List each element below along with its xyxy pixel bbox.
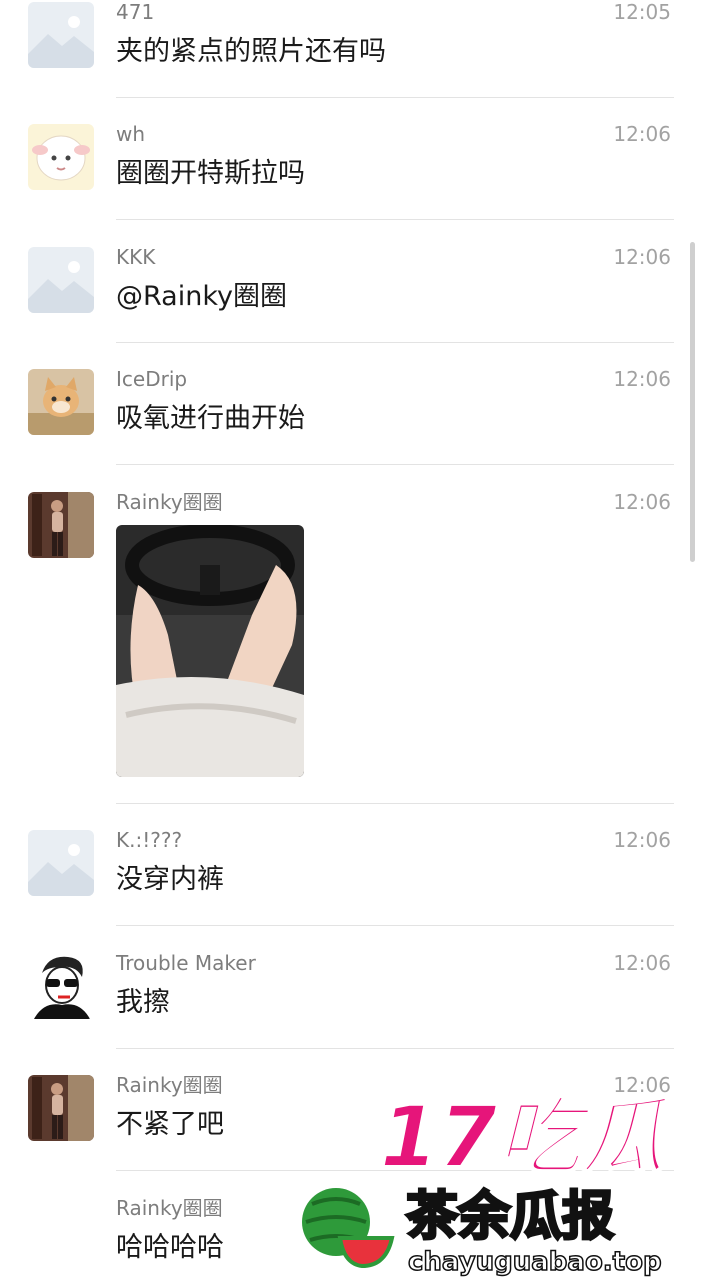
avatar[interactable]: [28, 369, 94, 435]
car-interior-photo: [116, 525, 304, 777]
placeholder-image-icon: [28, 2, 94, 68]
divider: [116, 925, 674, 926]
divider: [116, 342, 674, 343]
timestamp: 12:06: [613, 122, 671, 146]
sender-name: Trouble Maker: [116, 951, 256, 975]
message-text: 我擦: [116, 987, 170, 1018]
image-message[interactable]: [116, 525, 304, 777]
divider: [116, 1048, 674, 1049]
watermark-logo: 17吃瓜 茶余瓜报 chayuguabao.top: [302, 1087, 673, 1278]
message-text: 没穿内裤: [116, 864, 224, 895]
timestamp: 12:06: [613, 951, 671, 975]
message-text: 夹的紧点的照片还有吗: [116, 36, 386, 67]
divider: [116, 464, 674, 465]
divider: [116, 97, 674, 98]
sender-name: KKK: [116, 245, 156, 269]
sender-name: Rainky圈圈: [116, 1073, 223, 1097]
timestamp: 12:06: [613, 245, 671, 269]
sender-name: wh: [116, 122, 146, 146]
placeholder-image-icon: [28, 830, 94, 896]
message-text: 不紧了吧: [116, 1109, 224, 1140]
sender-name: Rainky圈圈: [116, 1196, 223, 1220]
watermelon-icon: [302, 1188, 395, 1269]
cat-photo-avatar: [28, 369, 94, 435]
avatar[interactable]: [28, 830, 94, 896]
sender-name: K.:!???: [116, 828, 183, 852]
sender-name: IceDrip: [116, 367, 188, 391]
message-text: 哈哈哈哈: [116, 1232, 224, 1263]
avatar[interactable]: [28, 124, 94, 190]
sheep-cartoon-avatar: [28, 124, 94, 190]
divider: [116, 803, 674, 804]
placeholder-image-icon: [28, 247, 94, 313]
timestamp: 12:06: [613, 828, 671, 852]
sender-name: Rainky圈圈: [116, 490, 223, 514]
sunglasses-man-avatar: [28, 953, 94, 1019]
avatar[interactable]: [28, 247, 94, 313]
watermark-url: chayuguabao.top: [408, 1247, 662, 1277]
watermark-line2: 茶余瓜报: [406, 1187, 614, 1247]
timestamp: 12:05: [613, 0, 671, 24]
scrollbar[interactable]: [690, 242, 695, 562]
person-photo-avatar: [28, 1075, 94, 1141]
message-text: @Rainky圈圈: [116, 281, 287, 312]
avatar[interactable]: [28, 2, 94, 68]
watermark-line1: 17吃瓜: [380, 1088, 672, 1186]
avatar[interactable]: [28, 1075, 94, 1141]
person-photo-avatar: [28, 492, 94, 558]
timestamp: 12:06: [613, 367, 671, 391]
timestamp: 12:06: [613, 490, 671, 514]
message-text: 圈圈开特斯拉吗: [116, 158, 305, 189]
divider: [116, 219, 674, 220]
avatar[interactable]: [28, 492, 94, 558]
avatar[interactable]: [28, 953, 94, 1019]
message-text: 吸氧进行曲开始: [116, 403, 305, 434]
sender-name: 471: [116, 0, 155, 24]
watermark: 17吃瓜 茶余瓜报 chayuguabao.top: [300, 1087, 702, 1280]
